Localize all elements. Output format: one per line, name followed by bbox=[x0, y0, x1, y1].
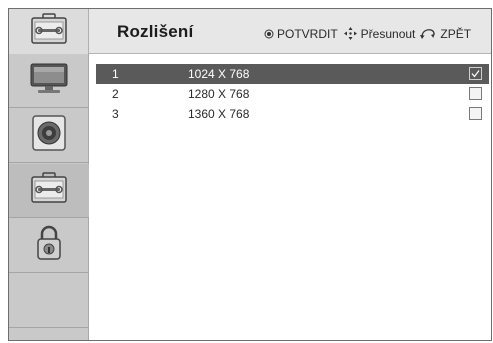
option-checkbox[interactable] bbox=[469, 67, 482, 80]
resolution-option-3[interactable]: 3 1360 X 768 bbox=[96, 104, 489, 124]
move-hint: Přesunout bbox=[360, 26, 416, 41]
ok-button-icon bbox=[264, 29, 274, 39]
back-hint: ZPĚT bbox=[440, 26, 472, 41]
option-number: 1 bbox=[112, 67, 119, 81]
four-arrows-icon bbox=[343, 26, 358, 41]
option-checkbox[interactable] bbox=[469, 107, 482, 120]
sidebar-item-lock[interactable] bbox=[9, 219, 89, 273]
option-value: 1280 X 768 bbox=[188, 87, 250, 101]
option-number: 3 bbox=[112, 107, 119, 121]
option-checkbox[interactable] bbox=[469, 87, 482, 100]
padlock-icon bbox=[35, 224, 63, 267]
toolbox-icon bbox=[30, 13, 68, 50]
sidebar-item-audio[interactable] bbox=[9, 109, 89, 163]
header-icon-box bbox=[9, 9, 89, 54]
key-hints: POTVRDIT Přesunout ZPĚT bbox=[264, 26, 471, 41]
speaker-icon bbox=[31, 114, 67, 157]
option-number: 2 bbox=[112, 87, 119, 101]
page-title: Rozlišení bbox=[117, 22, 194, 41]
toolbox-icon bbox=[30, 172, 68, 209]
back-arrow-icon bbox=[420, 27, 437, 40]
sidebar-item-setup[interactable] bbox=[9, 164, 89, 218]
monitor-icon bbox=[28, 61, 70, 100]
sidebar-item-empty bbox=[9, 274, 89, 328]
sidebar-item-picture[interactable] bbox=[9, 54, 89, 108]
option-value: 1024 X 768 bbox=[188, 67, 250, 81]
checkmark-icon bbox=[471, 70, 480, 78]
sidebar bbox=[9, 9, 89, 340]
header-bar: Rozlišení POTVRDIT Přesunout ZPĚT bbox=[9, 9, 491, 54]
option-value: 1360 X 768 bbox=[188, 107, 250, 121]
resolution-option-2[interactable]: 2 1280 X 768 bbox=[96, 84, 489, 104]
resolution-list: 1 1024 X 768 2 1280 X 768 3 1360 X 768 bbox=[96, 64, 489, 124]
confirm-hint: POTVRDIT bbox=[277, 26, 338, 41]
resolution-option-1[interactable]: 1 1024 X 768 bbox=[96, 64, 489, 84]
